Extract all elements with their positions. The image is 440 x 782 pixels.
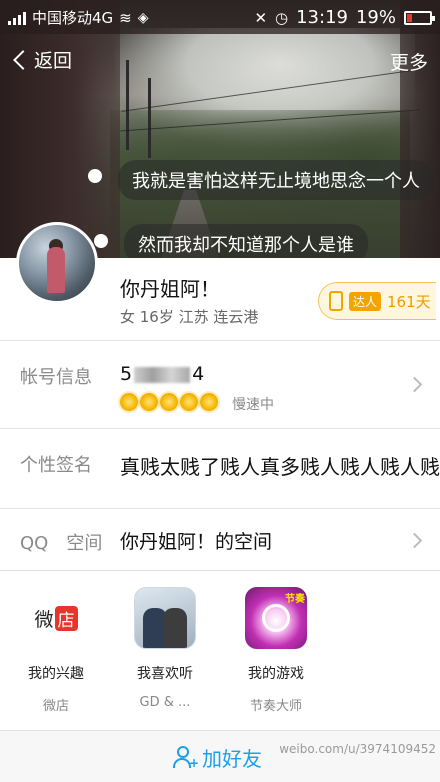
- redacted-id: [134, 366, 191, 383]
- app-title: 我的兴趣: [28, 666, 84, 682]
- watermark: weibo.com/u/3974109452: [279, 742, 436, 756]
- speed-label: 慢速中: [232, 397, 274, 413]
- app-subtitle: GD & ...: [139, 695, 191, 710]
- data-icon: ◈: [137, 9, 149, 26]
- cover-bubble-1: 我就是害怕这样无止境地思念一个人: [118, 160, 434, 200]
- signature-row[interactable]: 个性签名 真贱太贱了贱人真多贱人贱人贱人贱: [0, 428, 440, 508]
- phone-icon: [329, 291, 343, 311]
- qzone-row[interactable]: QQ 空间 你丹姐阿！的空间: [0, 508, 440, 570]
- level-icons: [120, 393, 218, 411]
- chevron-right-icon: [406, 376, 423, 393]
- account-id-end: 4: [192, 363, 205, 385]
- signature-text: 真贱太贱了贱人真多贱人贱人贱人贱: [120, 455, 440, 479]
- sun-icon: [160, 393, 178, 411]
- more-button[interactable]: 更多: [390, 48, 428, 75]
- weidian-icon-text: 微: [34, 608, 54, 631]
- signature-label: 个性签名: [20, 455, 92, 476]
- account-id: 54: [120, 363, 204, 385]
- album-cover-icon: [134, 587, 196, 649]
- alarm-icon: ◷: [275, 8, 289, 27]
- talent-badge[interactable]: 达人 161天: [318, 282, 436, 320]
- app-title: 我喜欢听: [137, 666, 193, 682]
- account-id-start: 5: [120, 363, 133, 385]
- rhythm-master-icon-label: 节奏: [285, 594, 305, 605]
- battery-icon: [404, 10, 435, 25]
- cover-frame-right: [400, 0, 440, 262]
- apps-section: 微店 我的兴趣 微店 我喜欢听 GD & ... 节奏 我的游戏 节奏大师: [0, 570, 440, 730]
- add-friend-label: 加好友: [202, 747, 262, 771]
- rhythm-master-icon: 节奏: [245, 587, 307, 649]
- talent-tag: 达人: [349, 291, 382, 311]
- app-music[interactable]: 我喜欢听 GD & ...: [115, 587, 215, 710]
- sun-icon: [140, 393, 158, 411]
- weidian-icon: 微店: [25, 587, 87, 649]
- app-games[interactable]: 节奏 我的游戏 节奏大师: [226, 587, 326, 714]
- mute-icon: ✕: [254, 8, 268, 27]
- back-button[interactable]: 返回: [10, 46, 72, 73]
- battery-percent: 19%: [355, 7, 396, 28]
- back-label: 返回: [34, 50, 73, 72]
- bubble-dot: [88, 169, 102, 183]
- bubble-dot: [94, 234, 108, 248]
- account-info-label: 帐号信息: [20, 367, 92, 388]
- bottom-bar: + 加好友: [0, 730, 440, 782]
- qzone-text: 你丹姐阿！的空间: [120, 531, 273, 553]
- app-subtitle: 节奏大师: [249, 699, 302, 714]
- chevron-right-icon: [406, 532, 423, 549]
- carrier-label: 中国移动4G: [32, 9, 114, 27]
- sun-icon: [120, 393, 138, 411]
- sun-icon: [200, 393, 218, 411]
- add-person-icon: +: [172, 745, 199, 770]
- clock-label: 13:19: [296, 7, 348, 28]
- add-friend-button[interactable]: + 加好友: [172, 743, 262, 772]
- app-interest[interactable]: 微店 我的兴趣 微店: [6, 587, 106, 714]
- chevron-left-icon: [13, 49, 33, 70]
- avatar[interactable]: [16, 222, 98, 304]
- account-info-row[interactable]: 帐号信息 54: [0, 340, 440, 428]
- talent-days: 161天: [387, 292, 431, 311]
- weidian-icon-badge: 店: [54, 605, 78, 631]
- app-title: 我的游戏: [248, 666, 304, 682]
- cover-pole: [148, 78, 151, 158]
- signal-icon: [8, 11, 26, 25]
- profile-name: 你丹姐阿！: [120, 277, 220, 301]
- app-subtitle: 微店: [42, 699, 69, 714]
- profile-meta: 女 16岁 江苏 连云港: [120, 308, 259, 326]
- sun-icon: [180, 393, 198, 411]
- wifi-icon: ≋: [119, 8, 132, 27]
- status-bar: 中国移动4G ≋ ◈ ✕ ◷ 13:19 19%: [0, 0, 440, 34]
- qzone-label: QQ 空间: [20, 533, 103, 554]
- cover-pole: [126, 60, 129, 150]
